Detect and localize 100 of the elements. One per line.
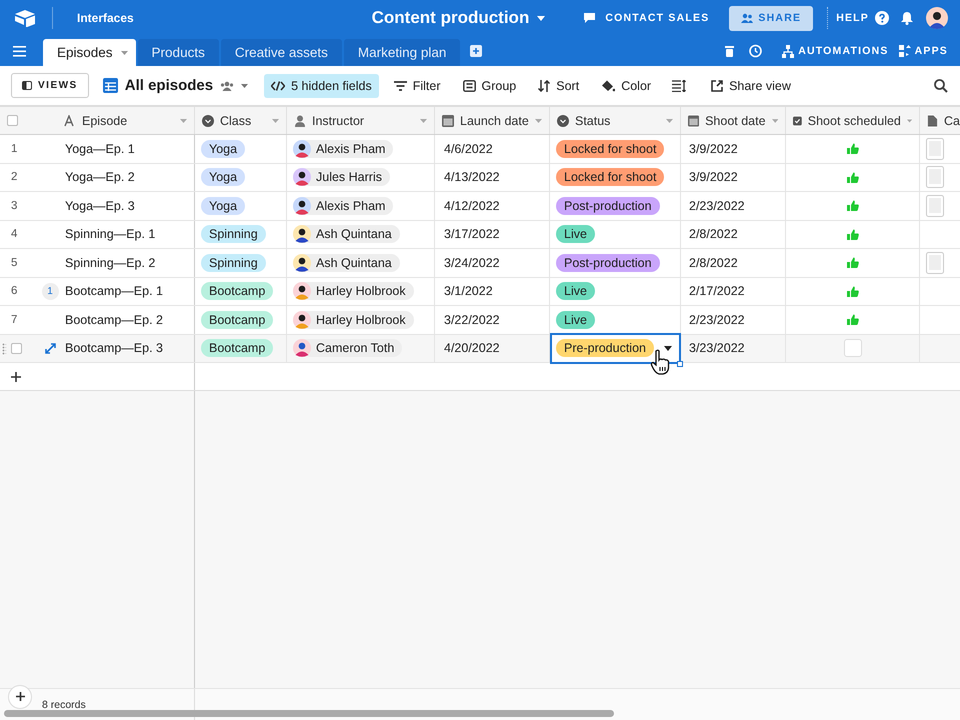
table-tab[interactable]: Marketing plan: [344, 39, 460, 66]
avatar-icon[interactable]: [926, 7, 948, 29]
checkbox[interactable]: [844, 339, 862, 358]
caret-icon: [666, 118, 673, 122]
row-checkbox[interactable]: [11, 342, 22, 354]
status-tag: Locked for shoot: [556, 140, 664, 158]
column-header[interactable]: Instructor: [287, 107, 435, 134]
color-button[interactable]: Color: [594, 74, 658, 98]
caret-icon: [772, 118, 778, 122]
user-name: Alexis Pham: [316, 142, 386, 156]
share-view-button[interactable]: Share view: [704, 74, 798, 98]
table-cell: 3/1/2022: [435, 278, 550, 305]
column-header[interactable]: Shoot date: [681, 107, 786, 134]
calendar-icon: [442, 114, 454, 126]
hidden-fields-button[interactable]: 5 hidden fields: [264, 74, 379, 98]
column-header[interactable]: Shoot scheduled: [786, 107, 920, 134]
table-cell: 2/8/2022: [681, 249, 786, 276]
avatar-icon: [293, 310, 311, 329]
avatar-icon: [293, 140, 311, 158]
caret-icon: [180, 118, 187, 122]
table-cell: Spinning—Ep. 2: [64, 249, 195, 276]
drag-handle[interactable]: [2, 342, 6, 354]
class-tag: Bootcamp: [201, 282, 274, 300]
user-name: Harley Holbrook: [316, 312, 406, 327]
class-tag: Bootcamp: [201, 310, 274, 329]
help-link[interactable]: HELP: [836, 12, 869, 24]
hierarchy-icon: [782, 44, 794, 58]
row-number: 7: [11, 314, 18, 326]
column-header[interactable]: Launch date: [435, 107, 550, 134]
scrollbar[interactable]: [4, 710, 614, 717]
expand-icon[interactable]: [44, 342, 56, 354]
caret-icon: [120, 50, 128, 54]
class-tag: Bootcamp: [201, 339, 274, 358]
document-icon: [927, 114, 938, 126]
group-icon: [462, 80, 476, 92]
table-cell: 3/17/2022: [435, 220, 550, 248]
text-field-icon: [64, 114, 76, 126]
comment-count[interactable]: 1: [42, 282, 58, 300]
search-icon[interactable]: [934, 78, 948, 92]
table-tab[interactable]: Episodes: [43, 39, 136, 66]
record-count: 8 records: [42, 698, 86, 710]
table-cell: Yoga—Ep. 1: [64, 135, 195, 162]
add-record-button[interactable]: [8, 684, 32, 708]
column-header[interactable]: Episode: [36, 107, 195, 134]
user-name: Ash Quintana: [316, 227, 392, 242]
table-cell: Bootcamp—Ep. 3: [64, 334, 195, 362]
row-number: 2: [11, 171, 18, 184]
section-link[interactable]: Interfaces: [77, 11, 134, 25]
group-button[interactable]: Group: [456, 74, 524, 98]
fill-handle[interactable]: [677, 360, 683, 366]
avatar-icon: [293, 254, 311, 272]
sidebar-icon: [22, 81, 32, 90]
trash-icon[interactable]: [725, 45, 734, 57]
table-cell: 2/8/2022: [681, 220, 786, 248]
bell-icon[interactable]: [901, 11, 913, 25]
table-tab[interactable]: Products: [138, 39, 219, 66]
status-tag: Live: [556, 225, 595, 244]
row-number: 3: [11, 200, 18, 212]
filter-icon: [394, 80, 407, 90]
row-height-icon[interactable]: [672, 80, 686, 92]
table-cell: 2/23/2022: [681, 306, 786, 334]
column-header[interactable]: Ca: [920, 107, 960, 134]
row-number: 5: [11, 256, 18, 269]
history-icon[interactable]: [748, 44, 762, 58]
contact-sales-button[interactable]: CONTACT SALES: [583, 12, 710, 24]
user-field-icon: [294, 114, 306, 126]
single-select-icon: [202, 114, 214, 126]
automations-button[interactable]: AUTOMATIONS: [782, 44, 889, 58]
user-name: Cameron Toth: [316, 341, 394, 356]
table-cell: 3/22/2022: [435, 306, 550, 334]
add-icon[interactable]: [11, 372, 21, 382]
filter-button[interactable]: Filter: [386, 74, 448, 98]
column-header[interactable]: Class: [195, 107, 287, 134]
table-cell: Spinning—Ep. 1: [64, 220, 195, 248]
row-number: 1: [11, 142, 18, 155]
avatar-icon: [293, 339, 311, 358]
class-tag: Yoga: [201, 168, 246, 186]
apps-button[interactable]: APPS: [898, 45, 948, 57]
table-tab[interactable]: Creative assets: [220, 39, 342, 66]
column-header[interactable]: Status: [550, 107, 681, 134]
table-cell: 3/9/2022: [681, 164, 786, 191]
table-cell: Bootcamp—Ep. 1: [64, 278, 195, 305]
user-name: Jules Harris: [316, 170, 382, 184]
class-tag: Yoga: [201, 140, 246, 158]
table-cell: 2/23/2022: [681, 192, 786, 220]
class-tag: Yoga: [201, 196, 246, 215]
checkbox-field-icon: [793, 114, 802, 126]
views-button[interactable]: VIEWS: [11, 73, 89, 98]
people-icon: [220, 80, 234, 90]
sort-button[interactable]: Sort: [531, 74, 586, 98]
add-table-icon[interactable]: [470, 45, 482, 57]
select-all-checkbox[interactable]: [7, 115, 18, 126]
menu-icon[interactable]: [13, 46, 26, 56]
help-icon[interactable]: [875, 11, 889, 25]
base-title[interactable]: Content production: [372, 8, 546, 28]
view-switcher[interactable]: All episodes: [102, 77, 248, 94]
status-tag: Locked for shoot: [556, 168, 664, 186]
table-cell: 4/6/2022: [435, 135, 550, 162]
status-tag: Post-production: [556, 254, 660, 272]
table-cell: 3/24/2022: [435, 249, 550, 276]
